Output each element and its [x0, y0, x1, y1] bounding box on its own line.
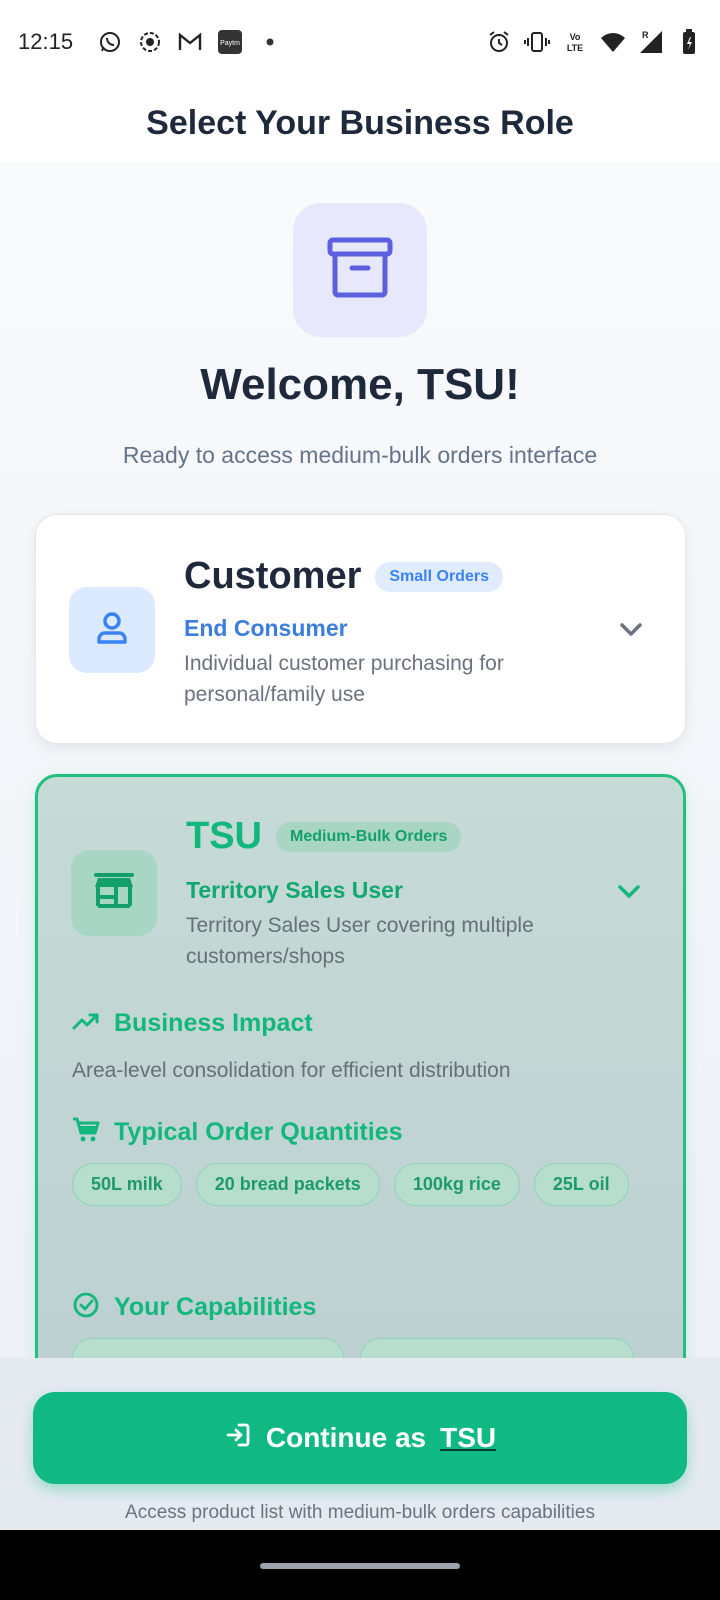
capability-chip	[360, 1338, 634, 1358]
quantity-chip: 25L oil	[533, 1163, 629, 1206]
wifi-icon	[600, 29, 626, 55]
footer: Continue as TSU Access product list with…	[0, 1358, 720, 1530]
store-icon	[92, 871, 136, 916]
quantity-chip: 100kg rice	[393, 1163, 520, 1206]
svg-text:Paytm: Paytm	[220, 40, 240, 47]
welcome-subtitle: Ready to access medium-bulk orders inter…	[122, 442, 598, 468]
continue-role: TSU	[440, 1422, 497, 1453]
role-subtitle: Territory Sales User	[186, 877, 403, 903]
continue-label: Continue as	[265, 1422, 427, 1453]
dot-icon	[257, 29, 283, 55]
quantity-chip: 20 bread packets	[195, 1163, 380, 1206]
svg-text:LTE: LTE	[567, 43, 583, 53]
chevron-down-icon[interactable]	[613, 875, 645, 907]
cart-icon	[72, 1116, 100, 1149]
vibrate-icon	[524, 29, 550, 55]
page-title: Select Your Business Role	[146, 103, 574, 142]
gmail-icon	[177, 29, 203, 55]
role-header: TSU Medium-Bulk Orders	[186, 815, 462, 858]
trending-up-icon	[72, 1007, 100, 1040]
status-bar: 12:15 Paytm Vo LTE R	[0, 0, 720, 84]
role-description: Individual customer purchasing for perso…	[184, 652, 504, 706]
role-name: TSU	[186, 815, 262, 857]
role-header: Customer Small Orders	[184, 555, 503, 598]
user-icon	[92, 608, 132, 653]
role-icon-container	[71, 850, 157, 936]
check-circle-icon	[72, 1291, 100, 1324]
section-title: Typical Order Quantities	[114, 1118, 403, 1146]
paytm-icon: Paytm	[217, 29, 243, 55]
hero-icon-container	[293, 203, 427, 337]
welcome-heading: Welcome, TSU!	[200, 360, 520, 409]
role-badge: Medium-Bulk Orders	[276, 821, 462, 852]
alarm-icon	[486, 29, 512, 55]
app-bar: Select Your Business Role	[0, 84, 720, 162]
status-time: 12:15	[18, 29, 74, 54]
archive-box-icon	[326, 234, 394, 307]
capability-chip	[72, 1338, 344, 1358]
section-title: Business Impact	[114, 1009, 313, 1037]
role-name: Customer	[184, 555, 362, 597]
signal-icon: R	[638, 29, 664, 55]
role-description: Territory Sales User covering multiple c…	[186, 914, 534, 968]
role-badge: Small Orders	[375, 561, 503, 592]
role-icon-container	[69, 587, 155, 673]
svg-text:Vo: Vo	[570, 32, 581, 42]
continue-button[interactable]: Continue as TSU	[33, 1392, 687, 1484]
business-impact-header: Business Impact	[72, 1007, 313, 1040]
quantity-chips: 50L milk 20 bread packets 100kg rice 25L…	[72, 1163, 652, 1206]
role-selection-content[interactable]: Welcome, TSU! Ready to access medium-bul…	[0, 162, 720, 1358]
capabilities-header: Your Capabilities	[72, 1291, 316, 1324]
volte-icon: Vo LTE	[562, 29, 588, 55]
screen-record-icon	[137, 29, 163, 55]
footer-note: Access product list with medium-bulk ord…	[125, 1502, 595, 1523]
svg-text:R: R	[642, 30, 649, 40]
section-title: Your Capabilities	[114, 1293, 317, 1321]
business-impact-text: Area-level consolidation for efficient d…	[72, 1059, 511, 1082]
quantity-chip: 50L milk	[72, 1163, 182, 1206]
login-icon	[224, 1421, 252, 1456]
role-card-customer[interactable]: Customer Small Orders End Consumer Indiv…	[35, 514, 686, 744]
chevron-down-icon[interactable]	[615, 613, 647, 645]
battery-icon	[676, 29, 702, 55]
home-gesture-handle[interactable]	[260, 1563, 460, 1569]
quantities-header: Typical Order Quantities	[72, 1116, 403, 1149]
whatsapp-icon	[97, 29, 123, 55]
role-subtitle: End Consumer	[184, 615, 348, 641]
system-nav-bar	[0, 1530, 720, 1600]
role-card-tsu[interactable]: TSU Medium-Bulk Orders Territory Sales U…	[35, 774, 686, 1358]
